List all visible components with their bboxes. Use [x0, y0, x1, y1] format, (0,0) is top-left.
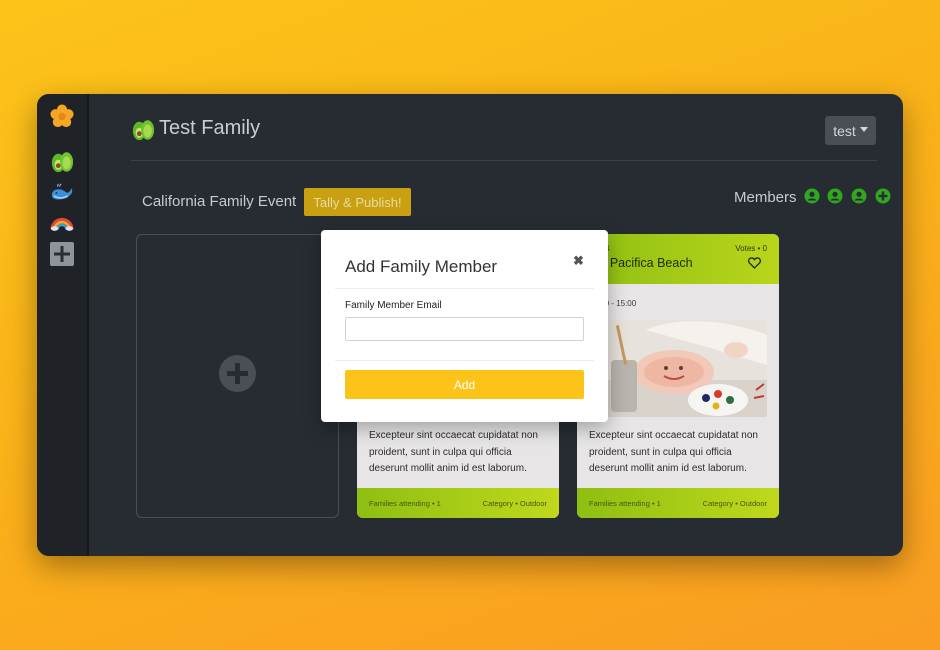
close-icon[interactable]: ✖ [573, 253, 584, 269]
modal-overlay: Add Family Member ✖ Family Member Email … [0, 0, 940, 650]
add-button[interactable]: Add [345, 370, 584, 399]
dialog-divider [335, 288, 594, 289]
email-field-label: Family Member Email [345, 300, 442, 311]
add-family-member-dialog: Add Family Member ✖ Family Member Email … [321, 230, 608, 422]
email-field[interactable] [345, 317, 584, 341]
dialog-title: Add Family Member [345, 257, 498, 276]
dialog-divider [335, 360, 594, 361]
